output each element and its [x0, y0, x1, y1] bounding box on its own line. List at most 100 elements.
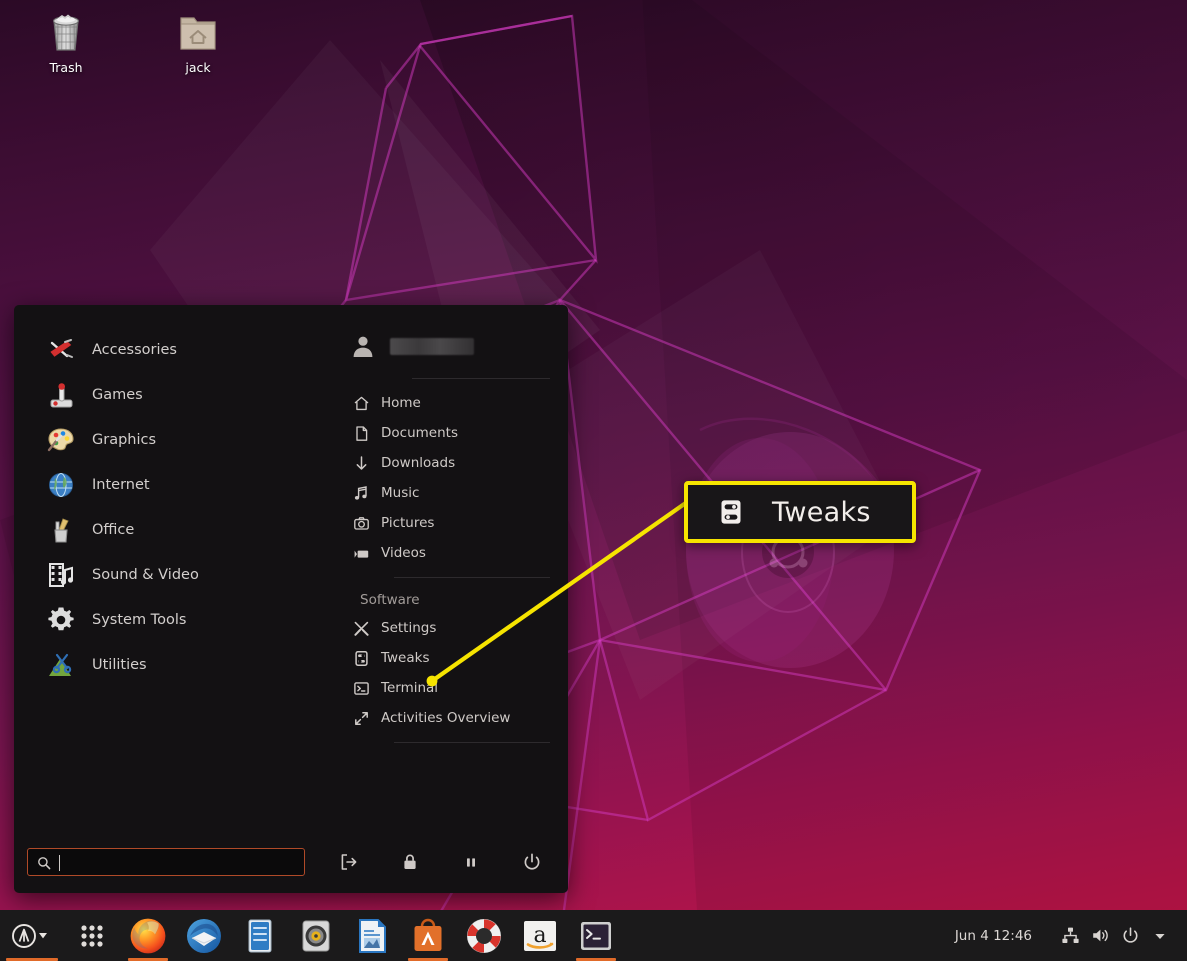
place-music[interactable]: Music	[332, 478, 568, 508]
download-arrow-icon	[350, 455, 372, 472]
taskbar-app-rhythmbox[interactable]	[288, 910, 344, 961]
video-icon	[350, 545, 372, 562]
category-office[interactable]: Office	[14, 507, 332, 552]
film-music-icon	[44, 558, 78, 592]
category-accessories[interactable]: Accessories	[14, 327, 332, 372]
shut-down-button[interactable]	[521, 851, 543, 873]
show-applications-button[interactable]	[64, 910, 120, 961]
user-row[interactable]	[332, 323, 568, 369]
globe-icon	[44, 468, 78, 502]
category-sound-and-video[interactable]: Sound & Video	[14, 552, 332, 597]
callout-label: Tweaks	[772, 496, 871, 528]
libreoffice-icon	[352, 916, 392, 956]
place-label: Documents	[381, 425, 458, 441]
search-input[interactable]	[58, 849, 304, 875]
amazon-icon: a	[520, 916, 560, 956]
desktop-icon-home-folder[interactable]: jack	[143, 6, 253, 75]
divider	[394, 577, 550, 578]
taskbar-app-amazon[interactable]: a	[512, 910, 568, 961]
tweaks-icon	[716, 497, 746, 527]
swiss-army-knife-icon	[44, 333, 78, 367]
category-system-tools[interactable]: System Tools	[14, 597, 332, 642]
category-label: Internet	[92, 476, 150, 493]
category-label: Office	[92, 521, 135, 538]
home-icon	[350, 395, 372, 412]
app-tweaks[interactable]: Tweaks	[332, 643, 568, 673]
callout-zoom-tweaks: Tweaks	[684, 481, 916, 543]
desktop-icon-label: Trash	[49, 60, 83, 75]
svg-text:a: a	[533, 923, 546, 948]
user-avatar-icon	[350, 333, 376, 359]
place-downloads[interactable]: Downloads	[332, 448, 568, 478]
session-buttons	[338, 851, 543, 873]
place-label: Downloads	[381, 455, 456, 471]
place-documents[interactable]: Documents	[332, 418, 568, 448]
places-and-software-column: Home Documents Downloads Music Pictures …	[332, 305, 568, 831]
settings-tools-icon	[350, 620, 372, 637]
chevron-down-icon[interactable]	[1145, 923, 1175, 949]
firefox-icon	[128, 916, 168, 956]
category-utilities[interactable]: Utilities	[14, 642, 332, 687]
suspend-button[interactable]	[460, 851, 482, 873]
gear-icon	[44, 603, 78, 637]
taskbar-app-help[interactable]	[456, 910, 512, 961]
taskbar-app-libreoffice[interactable]	[344, 910, 400, 961]
divider	[394, 742, 550, 743]
place-home[interactable]: Home	[332, 388, 568, 418]
place-label: Home	[381, 395, 421, 411]
power-icon[interactable]	[1115, 923, 1145, 949]
home-folder-icon	[143, 6, 253, 58]
text-caret	[59, 855, 60, 871]
desktop[interactable]: Trash jack Accessories Games Graphics In…	[0, 0, 1187, 961]
category-graphics[interactable]: Graphics	[14, 417, 332, 462]
system-tray: Jun 4 12:46	[955, 923, 1187, 949]
lock-button[interactable]	[399, 851, 421, 873]
desktop-icon-trash[interactable]: Trash	[11, 6, 121, 75]
thunderbird-icon	[184, 916, 224, 956]
app-settings[interactable]: Settings	[332, 613, 568, 643]
divider	[412, 378, 550, 379]
taskbar[interactable]: a Jun 4 12:46	[0, 910, 1187, 961]
trash-icon	[11, 6, 121, 58]
camera-icon	[350, 515, 372, 532]
application-menu[interactable]: Accessories Games Graphics Internet Offi…	[14, 305, 568, 893]
app-label: Terminal	[381, 680, 439, 696]
place-label: Music	[381, 485, 420, 501]
category-games[interactable]: Games	[14, 372, 332, 417]
app-label: Settings	[381, 620, 437, 636]
taskbar-app-firefox[interactable]	[120, 910, 176, 961]
taskbar-app-terminal[interactable]	[568, 910, 624, 961]
category-label: Graphics	[92, 431, 157, 448]
category-label: Games	[92, 386, 143, 403]
app-activities-overview[interactable]: Activities Overview	[332, 703, 568, 733]
terminal-icon	[350, 680, 372, 697]
category-label: Utilities	[92, 656, 147, 673]
file-manager-icon	[240, 916, 280, 956]
expand-arrows-icon	[350, 710, 372, 727]
search-icon	[37, 855, 51, 870]
taskbar-app-ubuntu-software[interactable]	[400, 910, 456, 961]
category-label: Sound & Video	[92, 566, 199, 583]
taskbar-apps: a	[0, 910, 624, 961]
app-label: Tweaks	[381, 650, 430, 666]
volume-icon[interactable]	[1085, 923, 1115, 949]
network-icon[interactable]	[1055, 923, 1085, 949]
log-out-button[interactable]	[338, 851, 360, 873]
joystick-icon	[44, 378, 78, 412]
taskbar-app-files[interactable]	[232, 910, 288, 961]
lifebuoy-icon	[464, 916, 504, 956]
terminal-app-icon	[576, 916, 616, 956]
place-pictures[interactable]: Pictures	[332, 508, 568, 538]
clock[interactable]: Jun 4 12:46	[955, 928, 1032, 944]
category-internet[interactable]: Internet	[14, 462, 332, 507]
software-section-title: Software	[360, 592, 420, 608]
palette-icon	[44, 423, 78, 457]
taskbar-app-thunderbird[interactable]	[176, 910, 232, 961]
applications-menu-button[interactable]	[0, 910, 64, 961]
category-list: Accessories Games Graphics Internet Offi…	[14, 305, 332, 831]
search-box[interactable]	[27, 848, 305, 876]
pencil-cup-icon	[44, 513, 78, 547]
place-label: Pictures	[381, 515, 435, 531]
place-videos[interactable]: Videos	[332, 538, 568, 568]
app-terminal[interactable]: Terminal	[332, 673, 568, 703]
